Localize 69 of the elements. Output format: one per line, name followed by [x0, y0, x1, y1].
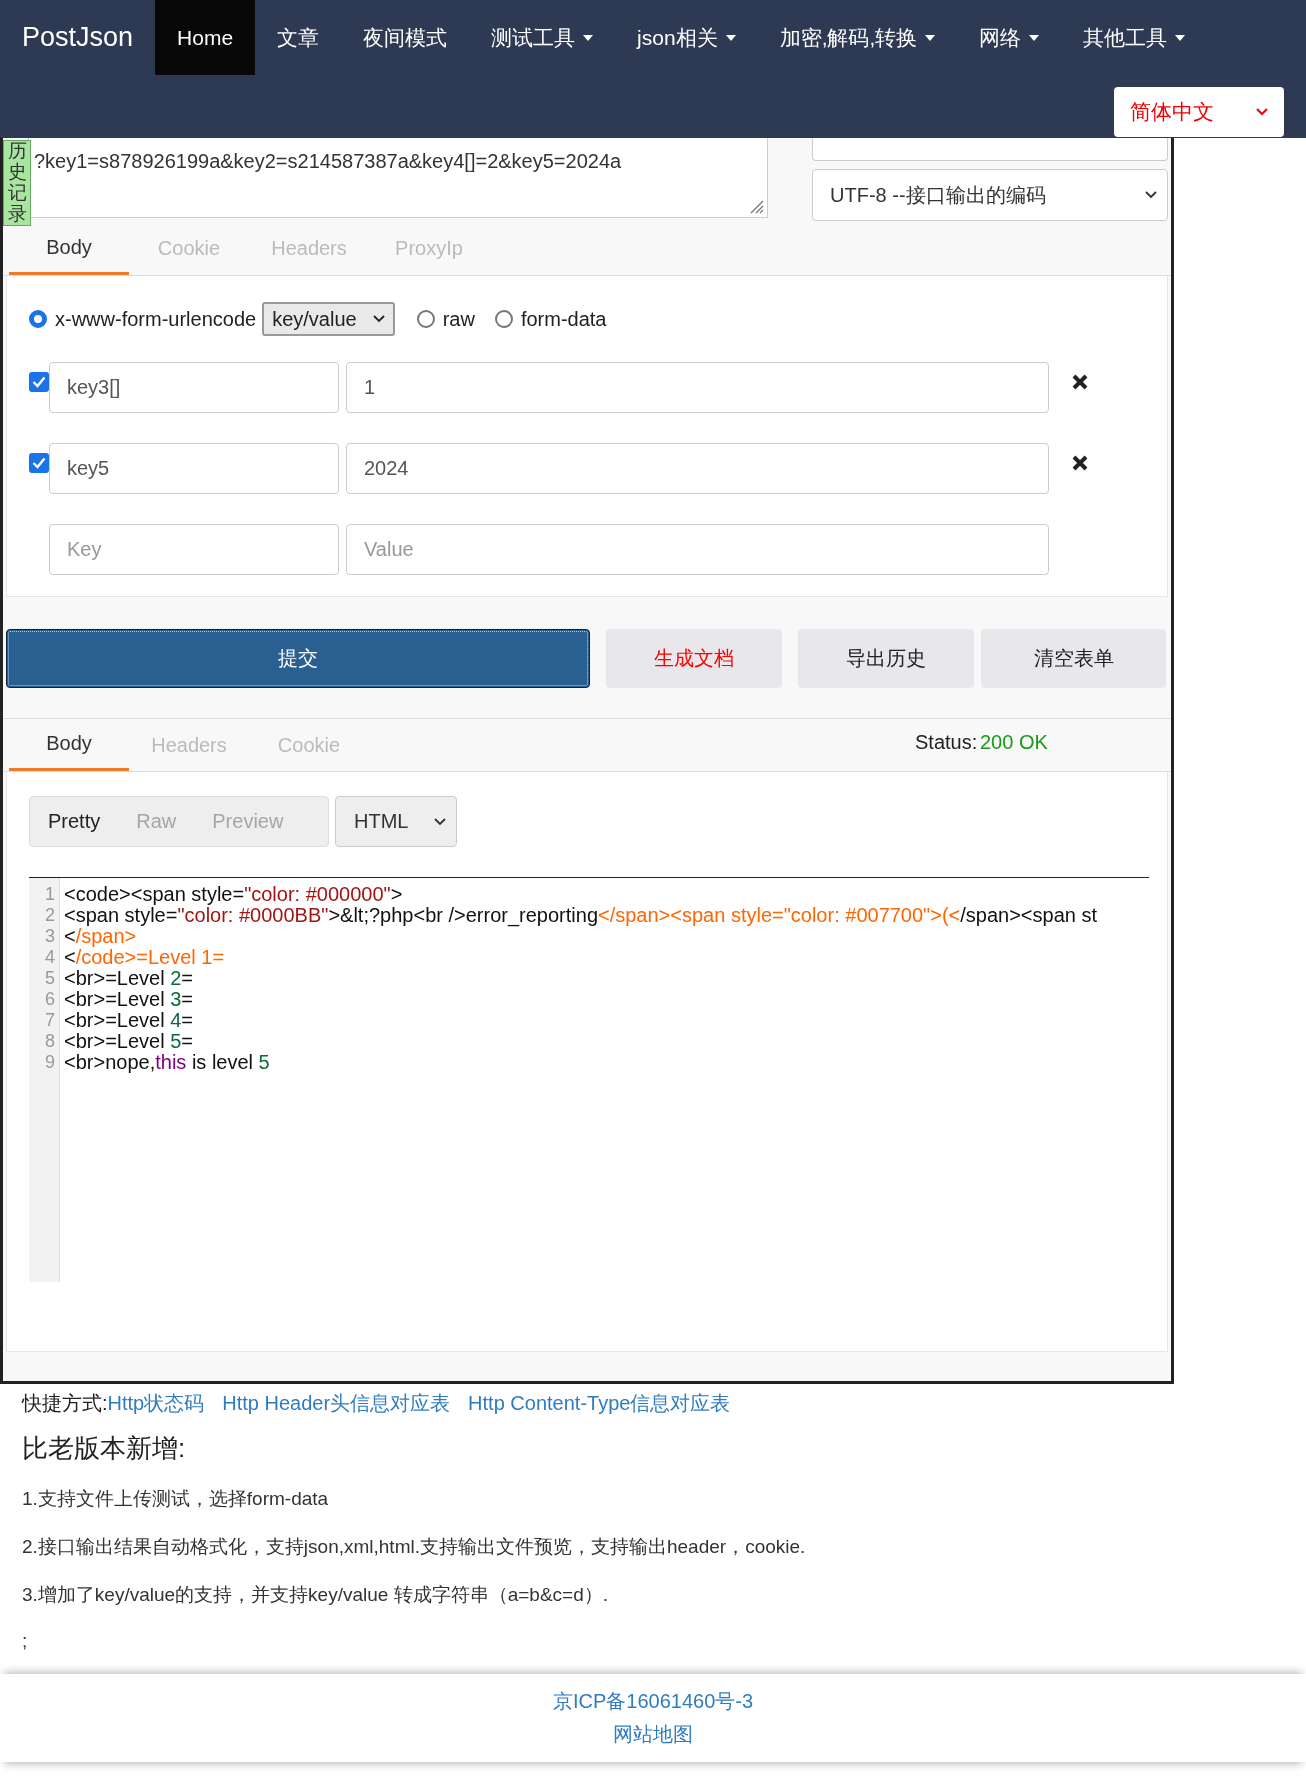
- value-field[interactable]: 1: [346, 362, 1049, 413]
- section-heading: 比老版本新增:: [22, 1432, 187, 1465]
- changelog-item: 1.支持文件上传测试，选择form-data: [22, 1487, 330, 1511]
- shortcut-link[interactable]: Http状态码: [107, 1390, 205, 1417]
- radio-button[interactable]: [494, 310, 513, 328]
- key-field[interactable]: key3[]: [49, 362, 339, 413]
- brand-logo[interactable]: PostJson: [0, 22, 156, 53]
- checkbox[interactable]: [29, 371, 49, 392]
- nav-item[interactable]: 加密,解码,转换: [757, 0, 958, 75]
- history-tab[interactable]: 历史记录: [3, 140, 31, 226]
- code-line: <span style="color: #0000BB">&lt;?php<br />error_reporting</span><span style="color: #007700">(</span><span st: [64, 905, 1098, 926]
- changelog-item: 3.增加了key/value的支持，并支持key/value 转成字符串（a=b&c=d）.: [22, 1583, 609, 1607]
- code-line: <br>=Level 4=: [64, 1010, 194, 1031]
- nav-item[interactable]: 夜间模式: [341, 0, 470, 75]
- nav-item[interactable]: json相关: [615, 0, 758, 75]
- resize-grip-icon: [748, 198, 764, 214]
- view-mode-button[interactable]: Pretty: [30, 797, 119, 846]
- url-field[interactable]: ?key1=s878926199a&key2=s214587387a&key4[]=2&key5=2024a: [28, 138, 768, 218]
- nav-item[interactable]: 网络: [957, 0, 1062, 75]
- action-button[interactable]: 提交: [6, 629, 590, 688]
- action-button[interactable]: 清空表单: [981, 629, 1166, 688]
- language-select[interactable]: 简体中文: [1114, 87, 1284, 137]
- chevron-icon: [434, 817, 446, 826]
- line-number: 9: [44, 1052, 56, 1073]
- radio-label[interactable]: form-data: [520, 307, 607, 331]
- nav-item[interactable]: 测试工具: [469, 0, 616, 75]
- code-line: </span>: [64, 926, 137, 947]
- line-number: 3: [44, 926, 56, 947]
- radio-button[interactable]: [29, 310, 47, 328]
- radio-label[interactable]: raw: [442, 307, 475, 331]
- code-line: <br>nope,this is level 5: [64, 1052, 271, 1073]
- code-line: <br>=Level 3=: [64, 989, 194, 1010]
- key-field[interactable]: key5: [49, 443, 339, 494]
- chevron-icon: [1256, 108, 1268, 116]
- encoding-select[interactable]: UTF-8 --接口输出的编码: [812, 169, 1168, 221]
- status-label: Status:: [915, 731, 978, 754]
- line-number: 4: [44, 947, 56, 968]
- nav-item[interactable]: Home: [155, 0, 256, 75]
- mode-select[interactable]: key/value: [262, 302, 395, 336]
- chevron-icon: [1145, 191, 1157, 199]
- shortcut-link[interactable]: Http Header头信息对应表: [222, 1390, 451, 1417]
- line-number: 8: [44, 1031, 56, 1052]
- radio-label[interactable]: x-www-form-urlencode: [55, 307, 257, 331]
- value-field[interactable]: 2024: [346, 443, 1049, 494]
- footer-link[interactable]: 京ICP备16061460号-3: [552, 1688, 754, 1715]
- code-line: <code><span style="color: #000000">: [64, 884, 404, 905]
- shortcut-label: 快捷方式:: [22, 1391, 108, 1416]
- nav-item[interactable]: 其他工具: [1061, 0, 1208, 75]
- changelog-item: ;: [22, 1630, 29, 1652]
- line-number: 6: [44, 989, 56, 1010]
- code-line: <br>=Level 5=: [64, 1031, 194, 1052]
- checkbox[interactable]: [29, 452, 49, 473]
- code-line: <br>=Level 2=: [64, 968, 194, 989]
- line-number: 1: [44, 884, 56, 905]
- code-line: </code>=Level 1=: [64, 947, 226, 968]
- line-number: 2: [44, 905, 56, 926]
- close-icon[interactable]: [1072, 454, 1088, 471]
- line-number: 5: [44, 968, 56, 989]
- format-select[interactable]: HTML: [335, 796, 457, 847]
- chevron-icon: [372, 315, 385, 323]
- status-value: 200 OK: [980, 731, 1048, 754]
- line-number: 7: [44, 1010, 56, 1031]
- action-button[interactable]: 导出历史: [798, 629, 974, 688]
- shortcut-link[interactable]: Http Content-Type信息对应表: [468, 1390, 731, 1417]
- nav-item[interactable]: 文章: [255, 0, 342, 75]
- radio-button[interactable]: [416, 310, 435, 328]
- changelog-item: 2.接口输出结果自动格式化，支持json,xml,html.支持输出文件预览，支持输出header，cookie.: [22, 1535, 807, 1559]
- close-icon[interactable]: [1072, 373, 1088, 390]
- footer-link[interactable]: 网站地图: [613, 1721, 693, 1748]
